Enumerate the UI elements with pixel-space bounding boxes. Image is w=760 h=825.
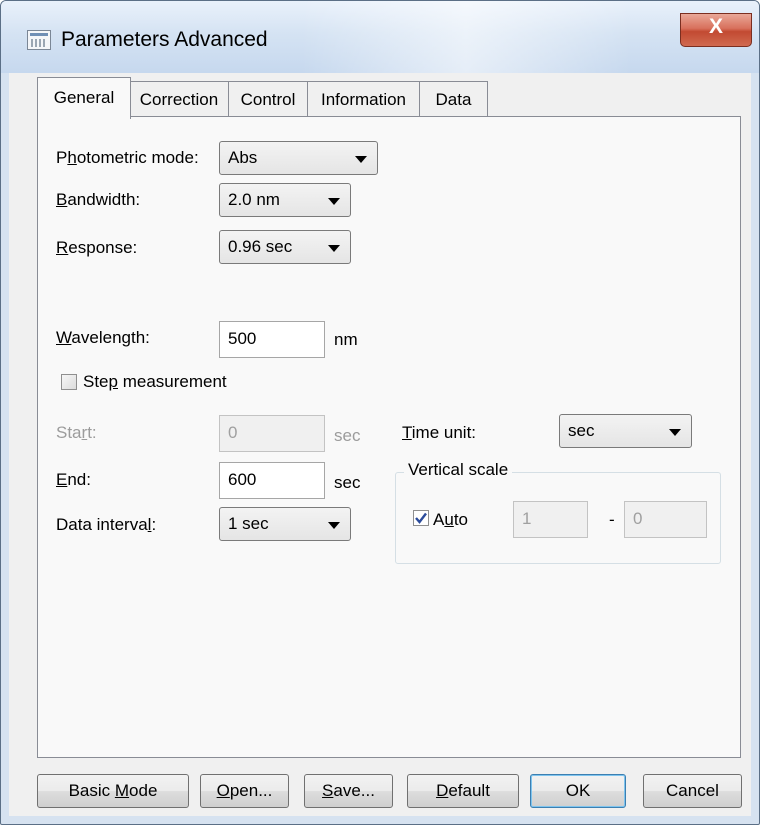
photometric-mode-label: Photometric mode:	[56, 148, 199, 167]
wavelength-value: 500	[228, 329, 257, 348]
start-value: 0	[228, 423, 238, 442]
tab-control-label: Control	[240, 90, 296, 109]
response-label: Response:	[56, 238, 138, 257]
tab-information-label: Information	[320, 90, 407, 109]
step-measurement-checkbox[interactable]	[61, 374, 77, 390]
tab-correction-label: Correction	[139, 90, 219, 109]
save-button[interactable]: Save...	[304, 774, 393, 808]
end-value: 600	[228, 470, 257, 489]
chevron-down-icon	[669, 429, 681, 436]
auto-label[interactable]: Auto	[433, 510, 468, 530]
tab-data[interactable]: Data	[419, 81, 488, 117]
time-unit-label: Time unit:	[402, 423, 477, 442]
close-icon: X	[708, 15, 723, 38]
chevron-down-icon	[355, 156, 367, 163]
wavelength-label: Wavelength:	[56, 328, 150, 347]
tab-information[interactable]: Information	[307, 81, 420, 117]
response-select[interactable]: 0.96 sec	[219, 230, 351, 264]
start-input: 0	[219, 415, 325, 452]
vertical-scale-max-value: 0	[633, 509, 643, 528]
tab-data-label: Data	[435, 90, 472, 109]
vertical-scale-separator: -	[609, 510, 615, 529]
tab-general-label: General	[53, 88, 115, 107]
bandwidth-value: 2.0 nm	[228, 190, 280, 209]
end-input[interactable]: 600	[219, 462, 325, 499]
bandwidth-select[interactable]: 2.0 nm	[219, 183, 351, 217]
data-interval-select[interactable]: 1 sec	[219, 507, 351, 541]
chevron-down-icon	[328, 198, 340, 205]
basic-mode-button[interactable]: Basic Mode	[37, 774, 189, 808]
vertical-scale-title: Vertical scale	[404, 460, 513, 480]
vertical-scale-min-value: 1	[522, 509, 532, 528]
vertical-scale-max-input: 0	[624, 501, 707, 538]
wavelength-unit: nm	[334, 330, 358, 349]
data-interval-value: 1 sec	[228, 514, 269, 533]
dialog-client-area: General Correction Control Information D…	[9, 73, 751, 816]
wavelength-input[interactable]: 500	[219, 321, 325, 358]
time-unit-select[interactable]: sec	[559, 414, 692, 448]
window-grid-icon	[27, 30, 51, 50]
time-unit-value: sec	[568, 421, 595, 440]
window-title: Parameters Advanced	[61, 28, 268, 51]
end-label: End:	[56, 470, 91, 489]
general-tab-panel: Photometric mode: Abs Bandwidth: 2.0 nm …	[37, 116, 741, 758]
vertical-scale-min-input: 1	[513, 501, 588, 538]
cancel-button[interactable]: Cancel	[643, 774, 742, 808]
ok-button[interactable]: OK	[530, 774, 626, 808]
close-button[interactable]: X	[680, 13, 752, 47]
step-measurement-label[interactable]: Step measurement	[83, 372, 227, 392]
end-unit: sec	[334, 473, 361, 492]
data-interval-label: Data interval:	[56, 515, 157, 534]
default-button[interactable]: Default	[407, 774, 519, 808]
start-label: Start:	[56, 423, 97, 442]
dialog-window: Parameters Advanced X General Correction…	[0, 0, 760, 825]
open-button[interactable]: Open...	[200, 774, 289, 808]
tab-correction[interactable]: Correction	[129, 81, 229, 117]
response-value: 0.96 sec	[228, 237, 293, 256]
chevron-down-icon	[328, 245, 340, 252]
tab-general[interactable]: General	[37, 77, 131, 119]
title-bar-highlight	[301, 1, 631, 73]
start-unit: sec	[334, 426, 361, 445]
checkmark-icon	[415, 512, 427, 524]
title-bar[interactable]: Parameters Advanced X	[1, 1, 759, 73]
photometric-mode-select[interactable]: Abs	[219, 141, 378, 175]
bandwidth-label: Bandwidth:	[56, 190, 141, 209]
tab-control[interactable]: Control	[228, 81, 308, 117]
photometric-mode-value: Abs	[228, 148, 258, 167]
chevron-down-icon	[328, 522, 340, 529]
auto-checkbox[interactable]	[413, 510, 429, 526]
